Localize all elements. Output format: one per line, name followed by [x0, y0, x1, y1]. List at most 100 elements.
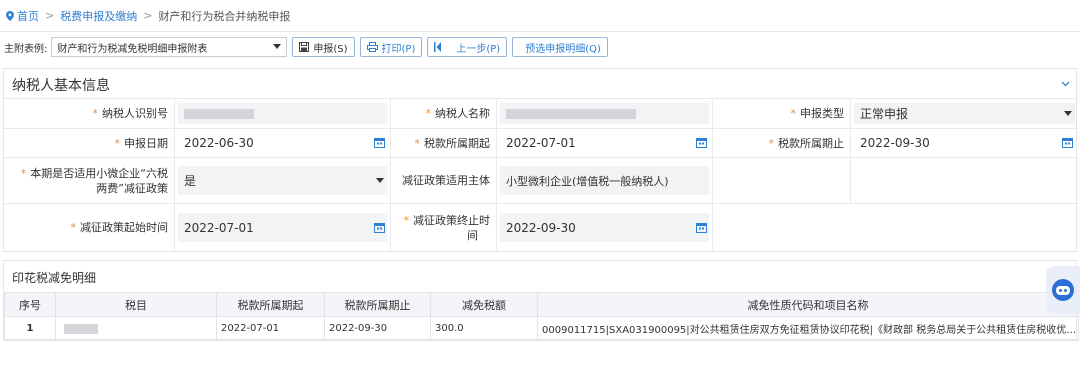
previous-step-label: 上一步(P) [456, 43, 501, 55]
previous-step-button[interactable]: 上一步(P) [427, 37, 508, 57]
previous-icon [434, 42, 442, 52]
six-taxes-value: 是 [184, 174, 197, 188]
empty-cell [851, 158, 1078, 203]
column-header: 税款所属期止 [324, 292, 431, 317]
row-period-start: 2022-07-01 [216, 316, 325, 341]
breadcrumb-tax-filing-link[interactable]: 税费申报及缴纳 [60, 8, 137, 24]
taxpayer-name-label: * 纳税人名称 [391, 99, 497, 128]
form-row: * 纳税人识别号 * 纳税人名称 * 申报类型 正常申报 [4, 98, 1078, 128]
row-amount: 300.0 [430, 316, 538, 341]
policy-start-value: 2022-07-01 [184, 220, 254, 235]
redacted-text [506, 108, 636, 119]
row-tax-item [55, 316, 217, 341]
column-header: 序号 [4, 292, 56, 317]
form-row: * 减征政策起始时间 2022-07-01 * 减征政策终止时 间 2022-09-… [4, 203, 1078, 251]
form-row: * 申报日期 2022-06-30 * 税款所属期起 2022-07-01 * 税款所… [4, 128, 1078, 157]
section-title: 印花税减免明细 [12, 271, 97, 285]
chevron-down-icon [376, 177, 384, 183]
policy-subject-value: 小型微利企业(增值税一般纳税人) [506, 174, 669, 188]
table-row[interactable]: 1 2022-07-01 2022-09-30 300.0 0009011715… [4, 316, 1079, 341]
collapse-chevron-icon[interactable] [1061, 79, 1070, 88]
taxpayer-name-cell [497, 99, 713, 128]
six-taxes-select[interactable]: 是 [178, 166, 387, 195]
policy-end-label: * 减征政策终止时 间 [391, 204, 497, 251]
breadcrumb-current: 财产和行为税合并纳税申报 [158, 9, 291, 23]
chevron-down-icon [1064, 110, 1072, 116]
robot-icon [1052, 279, 1074, 301]
declaration-type-select[interactable]: 正常申报 [854, 103, 1075, 124]
taxpayer-id-label: * 纳税人识别号 [4, 99, 175, 128]
breadcrumb-home-link[interactable]: 首页 [17, 8, 39, 24]
stamp-tax-table: 序号 税目 税款所属期起 税款所属期止 减免税额 减免性质代码和项目名称 1 2… [4, 292, 1079, 341]
period-start-label: * 税款所属期起 [391, 129, 497, 157]
taxpayer-info-panel: 纳税人基本信息 * 纳税人识别号 * 纳税人名称 * 申报类型 正常申报 * 申报日期 … [3, 68, 1078, 252]
panel-title: 纳税人基本信息 [12, 78, 110, 94]
column-header: 减免性质代码和项目名称 [537, 292, 1079, 317]
calendar-icon[interactable] [1062, 137, 1073, 148]
policy-subject-field: 小型微利企业(增值税一般纳税人) [500, 166, 709, 195]
redacted-text [64, 323, 98, 334]
calendar-icon[interactable] [374, 137, 385, 148]
column-header: 税款所属期起 [216, 292, 325, 317]
period-end-input[interactable]: 2022-09-30 [854, 133, 1075, 153]
empty-cell [713, 204, 1078, 251]
toolbar: 主附表例: 财产和行为税减免税明细申报附表 申报(S) 打印(P) 上一步(P)… [0, 36, 1080, 58]
policy-subject-cell: 小型微利企业(增值税一般纳税人) [497, 158, 713, 203]
breadcrumb-separator: > [143, 9, 153, 22]
print-button-label: 打印(P) [381, 43, 416, 55]
form-row: * 本期是否适用小微企业“六税 两费”减征政策 是 减征政策适用主体 小型微利企业… [4, 157, 1078, 203]
form-select-value: 财产和行为税减免税明细申报附表 [57, 43, 208, 55]
assistant-button[interactable] [1046, 266, 1080, 314]
table-header-row: 序号 税目 税款所属期起 税款所属期止 减免税额 减免性质代码和项目名称 [4, 292, 1079, 317]
breadcrumb-separator: > [45, 9, 55, 22]
declaration-type-value: 正常申报 [860, 107, 909, 121]
preselect-detail-button[interactable]: 预选申报明细(Q) [512, 37, 608, 57]
form-select-label: 主附表例: [4, 43, 48, 55]
policy-end-cell[interactable]: 2022-09-30 [497, 204, 713, 251]
save-icon [299, 42, 310, 52]
calendar-icon[interactable] [696, 222, 707, 233]
declare-button[interactable]: 申报(S) [292, 37, 355, 57]
period-end-cell[interactable]: 2022-09-30 [851, 129, 1078, 157]
policy-end-input[interactable]: 2022-09-30 [500, 213, 709, 242]
declaration-type-cell[interactable]: 正常申报 [851, 99, 1078, 128]
period-start-cell[interactable]: 2022-07-01 [497, 129, 713, 157]
stamp-tax-section: 印花税减免明细 序号 税目 税款所属期起 税款所属期止 减免税额 减免性质代码和… [3, 260, 1079, 341]
declaration-date-cell[interactable]: 2022-06-30 [175, 129, 391, 157]
row-seq: 1 [4, 316, 56, 341]
period-end-label: * 税款所属期止 [713, 129, 851, 157]
printer-icon [366, 42, 378, 52]
policy-start-input[interactable]: 2022-07-01 [178, 213, 387, 242]
row-code: 0009011715|SXA031900095|对公共租赁住房双方免征租赁协议印… [537, 316, 1079, 341]
period-start-value: 2022-07-01 [506, 136, 576, 150]
declaration-date-input[interactable]: 2022-06-30 [178, 133, 387, 153]
column-header: 减免税额 [430, 292, 538, 317]
policy-start-cell[interactable]: 2022-07-01 [175, 204, 391, 251]
calendar-icon[interactable] [374, 222, 385, 233]
form-select[interactable]: 财产和行为税减免税明细申报附表 [51, 37, 288, 57]
declaration-date-label: * 申报日期 [4, 129, 175, 157]
six-taxes-label: * 本期是否适用小微企业“六税 两费”减征政策 [4, 158, 175, 203]
calendar-icon[interactable] [696, 137, 707, 148]
period-start-input[interactable]: 2022-07-01 [500, 133, 709, 153]
declaration-date-value: 2022-06-30 [184, 136, 254, 150]
policy-subject-label: 减征政策适用主体 [391, 158, 497, 203]
taxpayer-name-field [500, 103, 709, 124]
column-header: 税目 [55, 292, 217, 317]
preselect-detail-label: 预选申报明细(Q) [525, 43, 601, 55]
taxpayer-id-cell [175, 99, 391, 128]
row-period-end: 2022-09-30 [324, 316, 431, 341]
print-button[interactable]: 打印(P) [359, 37, 423, 57]
six-taxes-cell[interactable]: 是 [175, 158, 391, 203]
empty-label [713, 158, 851, 203]
breadcrumb: 首页 > 税费申报及缴纳 > 财产和行为税合并纳税申报 [0, 0, 1080, 32]
period-end-value: 2022-09-30 [860, 136, 930, 150]
taxpayer-id-field [178, 103, 387, 124]
declaration-type-label: * 申报类型 [713, 99, 851, 128]
declare-button-label: 申报(S) [313, 43, 348, 55]
redacted-text [184, 108, 254, 119]
chevron-down-icon [273, 44, 282, 49]
location-pin-icon [6, 10, 14, 21]
policy-start-label: * 减征政策起始时间 [4, 204, 175, 251]
policy-end-value: 2022-09-30 [506, 220, 576, 235]
